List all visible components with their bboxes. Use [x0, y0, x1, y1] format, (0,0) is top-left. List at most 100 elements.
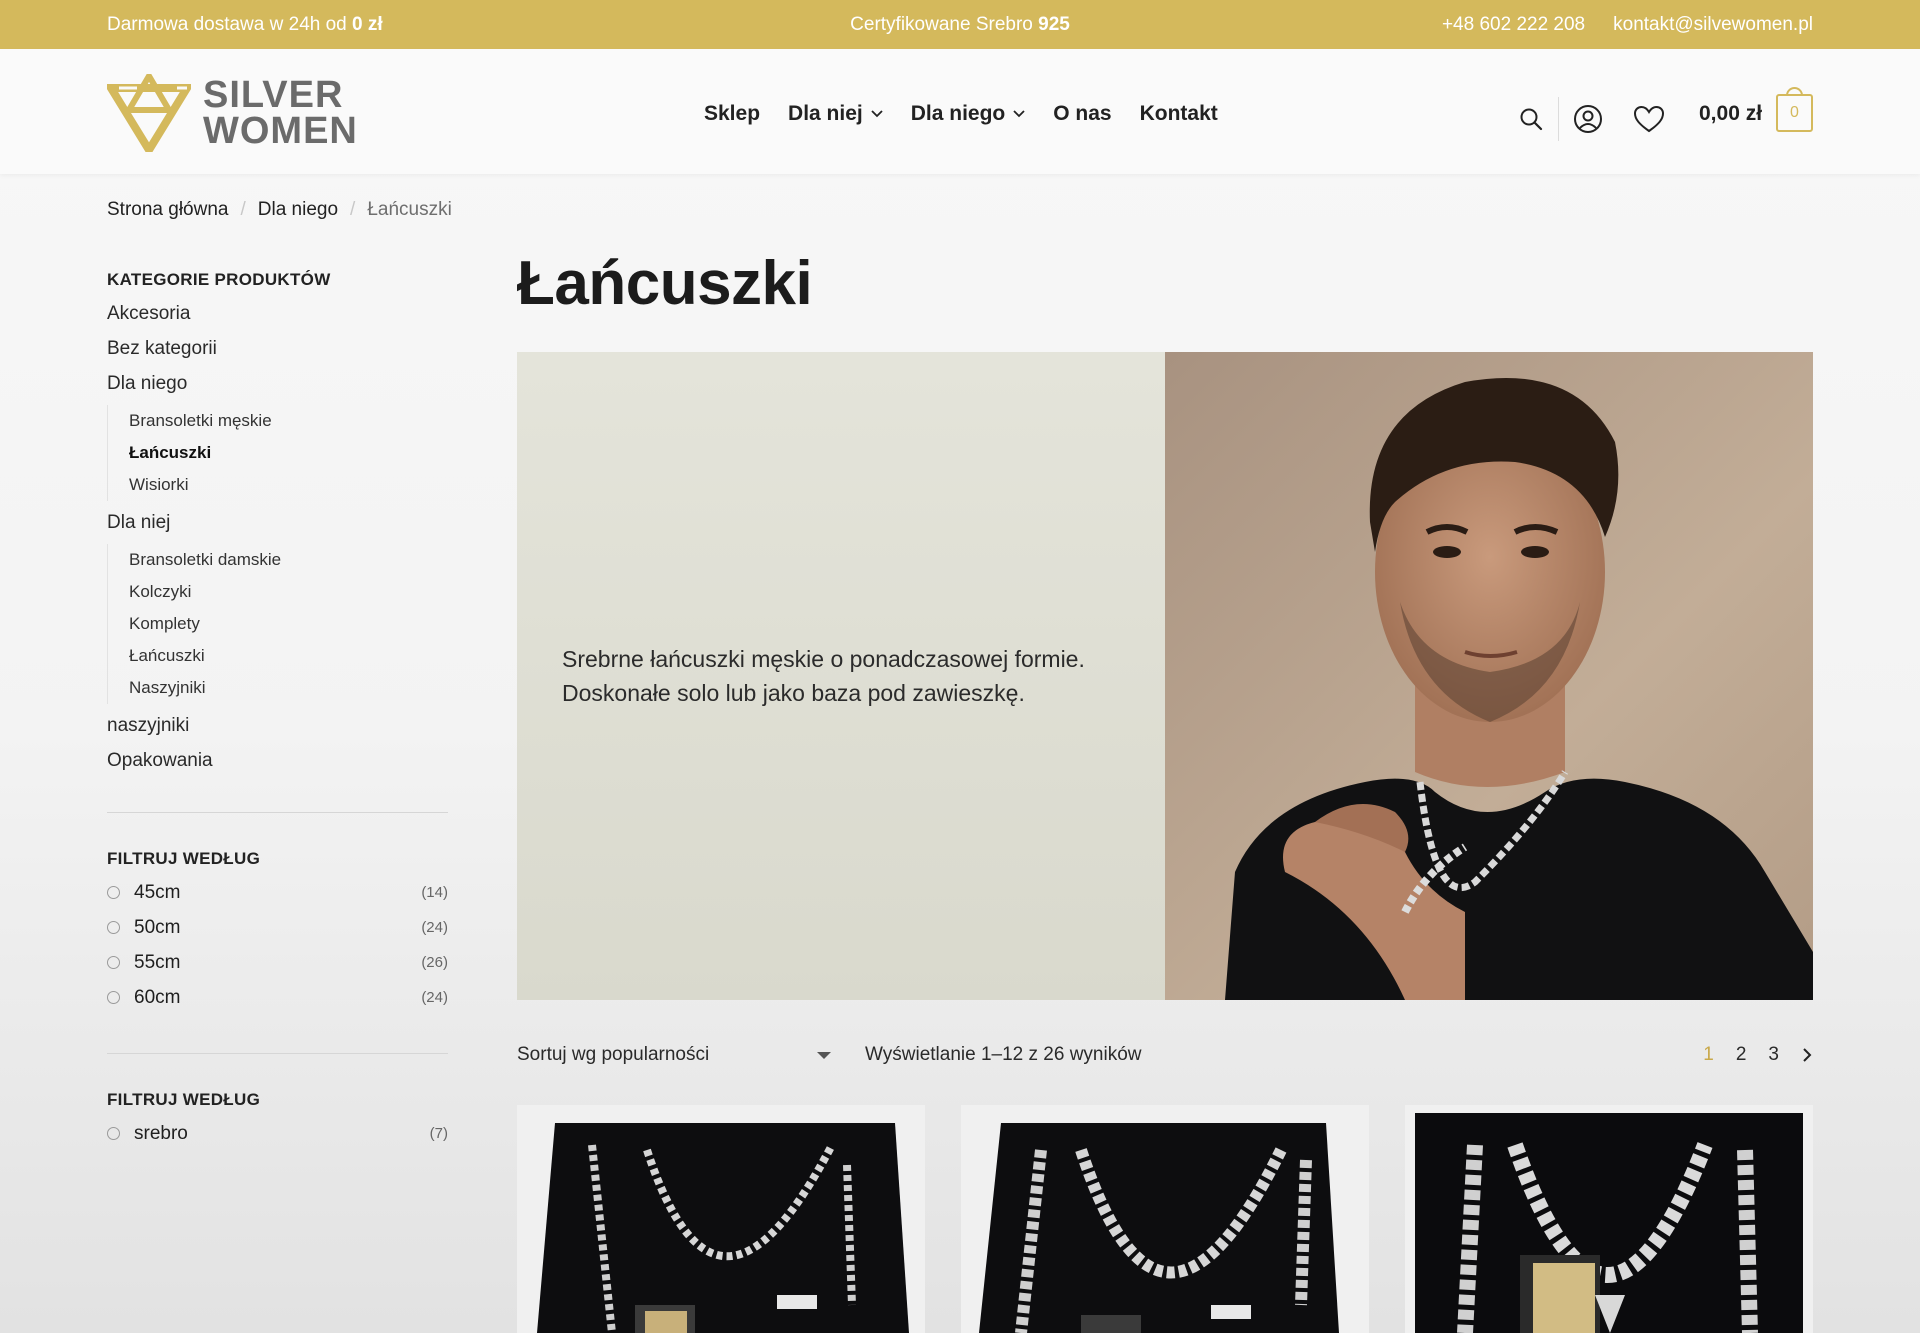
account-icon: [1574, 105, 1602, 133]
product-image: [1405, 1105, 1813, 1333]
sort-select[interactable]: Sortuj wg popularności: [517, 1044, 831, 1066]
filter-option-55cm[interactable]: 55cm (26): [107, 945, 448, 980]
subcategory-naszyjniki[interactable]: Naszyjniki: [129, 672, 448, 704]
category-dla-niej[interactable]: Dla niej: [107, 505, 448, 540]
category-opakowania[interactable]: Opakowania: [107, 743, 448, 778]
main-navigation: Sklep Dla niej Dla niego O nas Kontakt: [704, 102, 1218, 126]
sort-selected-value: Sortuj wg popularności: [517, 1044, 710, 1065]
radio-icon[interactable]: [107, 956, 120, 969]
filter-material-title: FILTRUJ WEDŁUG: [107, 1090, 261, 1109]
logo-line2: WOMEN: [203, 110, 358, 152]
contact-info: +48 602 222 208 kontakt@silvewomen.pl: [1442, 14, 1813, 36]
filter-option-label: 60cm: [134, 986, 181, 1008]
filter-option-count: (24): [421, 989, 448, 1006]
nav-item-sklep[interactable]: Sklep: [704, 102, 760, 126]
sidebar-divider: [107, 812, 448, 813]
nav-item-dla-niej[interactable]: Dla niej: [788, 102, 883, 126]
product-card[interactable]: [1405, 1105, 1813, 1333]
product-image: [517, 1105, 925, 1333]
banner-model-photo: [1165, 352, 1813, 1000]
cart-total[interactable]: 0,00 zł: [1699, 102, 1762, 126]
filter-option-srebro[interactable]: srebro (7): [107, 1116, 448, 1151]
site-header: SILVER WOMEN Sklep Dla niej Dla niego O …: [0, 49, 1920, 174]
subcategory-wisiorki[interactable]: Wisiorki: [129, 469, 448, 501]
page-3-link[interactable]: 3: [1768, 1044, 1779, 1066]
nav-label: Dla niej: [788, 102, 863, 125]
nav-label: Sklep: [704, 102, 761, 125]
search-button[interactable]: [1518, 106, 1544, 132]
product-grid: [517, 1105, 1813, 1333]
category-naszyjniki[interactable]: naszyjniki: [107, 708, 448, 743]
radio-icon[interactable]: [107, 886, 120, 899]
category-dla-niego[interactable]: Dla niego: [107, 366, 448, 401]
subcategory-bransoletki-meskie[interactable]: Bransoletki męskie: [129, 405, 448, 437]
wishlist-button[interactable]: [1633, 105, 1665, 133]
chevron-right-icon[interactable]: [1801, 1048, 1813, 1062]
nav-label: Kontakt: [1139, 102, 1218, 125]
page-1-current[interactable]: 1: [1703, 1044, 1714, 1066]
sidebar: KATEGORIE PRODUKTÓW Akcesoria Bez katego…: [107, 270, 448, 1151]
page-title: Łańcuszki: [517, 249, 813, 318]
logo-emblem-icon: [107, 74, 191, 152]
banner-description: Srebrne łańcuszki męskie o ponadczasowej…: [562, 642, 1122, 710]
breadcrumb-separator: /: [350, 199, 356, 220]
nav-label: O nas: [1053, 102, 1112, 125]
filter-option-count: (24): [421, 919, 448, 936]
sidebar-divider: [107, 1053, 448, 1054]
breadcrumb-parent[interactable]: Dla niego: [258, 199, 338, 221]
nav-label: Dla niego: [910, 102, 1006, 125]
filter-option-label: 55cm: [134, 951, 181, 973]
radio-icon[interactable]: [107, 991, 120, 1004]
phone-link[interactable]: +48 602 222 208: [1442, 14, 1585, 36]
category-akcesoria[interactable]: Akcesoria: [107, 296, 448, 331]
breadcrumb-current: Łańcuszki: [367, 199, 452, 220]
nav-item-dla-niego[interactable]: Dla niego: [911, 102, 1026, 126]
dropdown-caret-icon: [817, 1051, 831, 1059]
filter-option-label: 45cm: [134, 881, 181, 903]
breadcrumb-separator: /: [240, 199, 246, 220]
site-logo[interactable]: SILVER WOMEN: [107, 74, 358, 152]
header-separator: [1558, 97, 1559, 141]
model-wearing-chain-image: [1165, 352, 1813, 1000]
subcategory-list-dla-niego: Bransoletki męskie Łańcuszki Wisiorki: [107, 405, 448, 501]
category-bez-kategorii[interactable]: Bez kategorii: [107, 331, 448, 366]
filter-option-50cm[interactable]: 50cm (24): [107, 910, 448, 945]
subcategory-lancuszki[interactable]: Łańcuszki: [129, 640, 448, 672]
filter-option-label: srebro: [134, 1122, 188, 1144]
subcategory-komplety[interactable]: Komplety: [129, 608, 448, 640]
subcategory-lancuszki-active[interactable]: Łańcuszki: [129, 437, 448, 469]
subcategory-list-dla-niej: Bransoletki damskie Kolczyki Komplety Ła…: [107, 544, 448, 704]
filter-option-label: 50cm: [134, 916, 181, 938]
chevron-down-icon: [1013, 110, 1025, 118]
product-toolbar: Sortuj wg popularności Wyświetlanie 1–12…: [517, 1044, 1813, 1068]
page-2-link[interactable]: 2: [1736, 1044, 1747, 1066]
breadcrumb: Strona główna / Dla niego / Łańcuszki: [107, 199, 452, 221]
logo-line1: SILVER: [203, 74, 344, 116]
filter-length-title: FILTRUJ WEDŁUG: [107, 849, 261, 868]
certificate-prefix: Certyfikowane Srebro: [850, 14, 1039, 35]
filter-option-count: (7): [429, 1125, 448, 1142]
chevron-down-icon: [871, 110, 883, 118]
subcategory-bransoletki-damskie[interactable]: Bransoletki damskie: [129, 544, 448, 576]
search-icon: [1520, 108, 1543, 131]
banner-text-panel: Srebrne łańcuszki męskie o ponadczasowej…: [517, 352, 1165, 1000]
results-count: Wyświetlanie 1–12 z 26 wyników: [865, 1044, 1142, 1065]
product-card[interactable]: [517, 1105, 925, 1333]
email-link[interactable]: kontakt@silvewomen.pl: [1613, 14, 1813, 36]
filter-option-45cm[interactable]: 45cm (14): [107, 875, 448, 910]
nav-item-o-nas[interactable]: O nas: [1053, 102, 1111, 126]
banner-line1: Srebrne łańcuszki męskie o ponadczasowej…: [562, 646, 1085, 672]
filter-option-60cm[interactable]: 60cm (24): [107, 980, 448, 1015]
certificate-grade: 925: [1038, 14, 1070, 35]
nav-item-kontakt[interactable]: Kontakt: [1140, 102, 1218, 126]
product-image: [961, 1105, 1369, 1333]
cart-count-badge[interactable]: 0: [1776, 94, 1813, 132]
subcategory-kolczyki[interactable]: Kolczyki: [129, 576, 448, 608]
radio-icon[interactable]: [107, 1127, 120, 1140]
radio-icon[interactable]: [107, 921, 120, 934]
heart-icon: [1633, 105, 1665, 133]
product-card[interactable]: [961, 1105, 1369, 1333]
categories-title: KATEGORIE PRODUKTÓW: [107, 270, 331, 289]
breadcrumb-home[interactable]: Strona główna: [107, 199, 228, 221]
account-button[interactable]: [1573, 104, 1603, 134]
